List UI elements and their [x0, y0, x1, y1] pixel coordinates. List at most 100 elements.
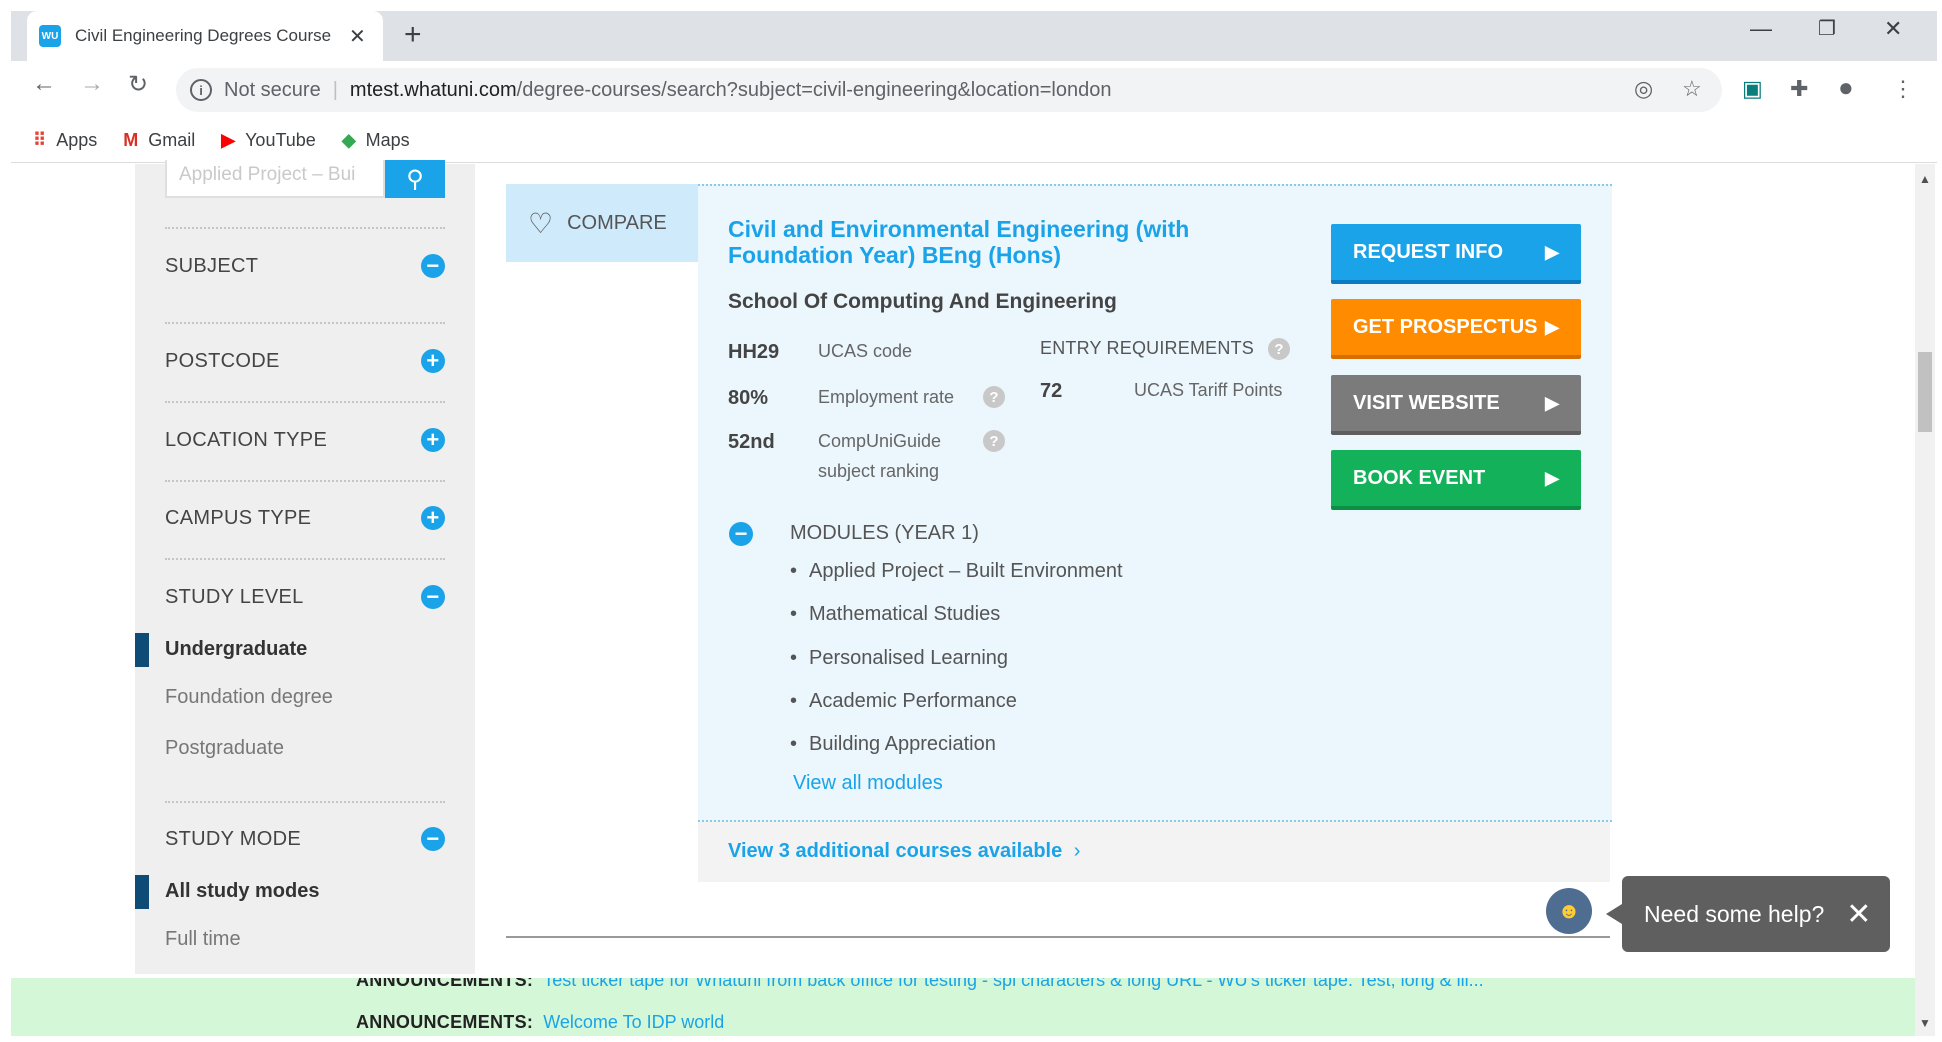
maps-icon: ◆ [341, 130, 356, 150]
reload-icon[interactable]: ↻ [128, 70, 148, 99]
expand-icon[interactable]: + [421, 506, 445, 530]
chevron-right-icon: › [1073, 840, 1081, 862]
compare-button[interactable]: ♡ COMPARE [506, 184, 698, 262]
view-all-modules-link[interactable]: View all modules [793, 772, 943, 795]
address-bar[interactable]: i Not secure | mtest.whatuni.com /degree… [176, 68, 1722, 112]
tariff-points-label: UCAS Tariff Points [1134, 380, 1283, 400]
results-divider [506, 936, 1610, 938]
scroll-down-icon[interactable]: ▼ [1919, 1016, 1931, 1030]
close-window-icon[interactable]: ✕ [1884, 16, 1902, 42]
scrollbar-thumb[interactable] [1918, 352, 1932, 432]
tariff-points-value: 72 [1040, 380, 1063, 402]
help-label: Need some help? [1644, 900, 1825, 927]
ranking-label: CompUniGuide subject ranking [818, 431, 942, 481]
url-host: mtest.whatuni.com [349, 78, 517, 101]
whatuni-favicon-icon: WU [39, 25, 61, 47]
help-bubble[interactable]: Need some help? ✕ [1622, 876, 1890, 952]
heart-icon: ♡ [528, 207, 554, 239]
filter-study-mode[interactable]: STUDY MODE − [165, 827, 445, 851]
bookmark-youtube[interactable]: ▶ YouTube [221, 130, 316, 151]
close-tab-icon[interactable]: ✕ [349, 24, 366, 49]
course-title-link[interactable]: Civil and Environmental Engineering (wit… [728, 216, 1318, 268]
selected-indicator [135, 633, 149, 667]
module-item: Applied Project – Built Environment [790, 556, 1123, 599]
caret-right-icon: ▶ [1545, 467, 1559, 488]
school-name: School Of Computing And Engineering [728, 290, 1117, 313]
forward-icon[interactable]: → [80, 70, 104, 98]
filter-subject[interactable]: SUBJECT − [165, 254, 445, 278]
filter-location-type[interactable]: LOCATION TYPE + [165, 428, 445, 452]
module-item: Building Appreciation [790, 729, 1123, 772]
search-icon: ⚲ [406, 165, 424, 193]
visit-website-button[interactable]: VISIT WEBSITE ▶ [1331, 375, 1581, 435]
selected-indicator [135, 875, 149, 909]
employment-rate-value: 80% [728, 387, 769, 409]
help-question-icon[interactable]: ? [983, 430, 1005, 452]
module-search-input[interactable]: Applied Project – Bui [165, 160, 385, 198]
bookmarks-bar: ⠿ Apps M Gmail ▶ YouTube ◆ Maps [11, 119, 1937, 163]
help-bubble-tail [1606, 904, 1622, 924]
collapse-icon[interactable]: − [421, 254, 445, 278]
request-info-button[interactable]: REQUEST INFO ▶ [1331, 224, 1581, 284]
modules-collapse-icon[interactable]: − [729, 521, 753, 546]
modules-list: Applied Project – Built Environment Math… [790, 556, 1123, 772]
modules-heading: MODULES (YEAR 1) [790, 522, 979, 544]
get-prospectus-button[interactable]: GET PROSPECTUS ▶ [1331, 299, 1581, 359]
page-scrollbar[interactable] [1915, 164, 1935, 1036]
extensions-puzzle-icon[interactable]: ✚ [1790, 76, 1808, 102]
menu-icon[interactable]: ⋮ [1892, 76, 1914, 102]
module-item: Academic Performance [790, 686, 1123, 729]
filter-divider [165, 558, 445, 560]
collapse-icon[interactable]: − [421, 585, 445, 609]
tracking-blocked-icon[interactable]: ◎ [1634, 76, 1653, 102]
browser-tab[interactable]: WU Civil Engineering Degrees Course ✕ [27, 11, 383, 61]
filter-divider [165, 401, 445, 403]
extension-icon[interactable]: ▣ [1742, 76, 1763, 102]
chatbot-avatar-icon[interactable]: ☻ [1546, 888, 1592, 934]
url-path: /degree-courses/search?subject=civil-eng… [516, 78, 1112, 101]
filter-divider [165, 322, 445, 324]
announcement-line[interactable]: ANNOUNCEMENTS: Test ticker tape for Whatu… [356, 978, 1484, 991]
announcement-ticker: ANNOUNCEMENTS: Test ticker tape for Whatu… [11, 978, 1915, 1036]
study-level-undergraduate[interactable]: Undergraduate [165, 638, 307, 661]
expand-icon[interactable]: + [421, 428, 445, 452]
back-icon[interactable]: ← [32, 70, 56, 98]
filter-campus-type[interactable]: CAMPUS TYPE + [165, 506, 445, 530]
announcement-line[interactable]: ANNOUNCEMENTS: Welcome To IDP world [356, 1012, 724, 1033]
entry-requirements-heading: ENTRY REQUIREMENTS [1040, 338, 1254, 358]
caret-right-icon: ▶ [1545, 316, 1559, 337]
study-level-postgraduate[interactable]: Postgraduate [165, 737, 284, 760]
caret-right-icon: ▶ [1545, 392, 1559, 413]
additional-courses-link[interactable]: View 3 additional courses available › [728, 840, 1080, 863]
apps-grid-icon: ⠿ [33, 130, 47, 150]
new-tab-icon[interactable]: + [404, 18, 422, 52]
filter-sidebar [135, 164, 475, 974]
collapse-icon[interactable]: − [421, 827, 445, 851]
study-mode-all[interactable]: All study modes [165, 880, 319, 903]
help-question-icon[interactable]: ? [1268, 338, 1290, 360]
bookmark-star-icon[interactable]: ☆ [1682, 76, 1702, 102]
book-event-button[interactable]: BOOK EVENT ▶ [1331, 450, 1581, 510]
filter-divider [165, 801, 445, 803]
study-mode-full-time[interactable]: Full time [165, 928, 241, 951]
omnibox-divider: | [332, 78, 338, 101]
bookmark-apps[interactable]: ⠿ Apps [33, 130, 97, 151]
module-item: Personalised Learning [790, 643, 1123, 686]
scroll-up-icon[interactable]: ▲ [1919, 172, 1931, 186]
profile-icon[interactable]: ● [1838, 72, 1854, 103]
filter-postcode[interactable]: POSTCODE + [165, 349, 445, 373]
caret-right-icon: ▶ [1545, 241, 1559, 262]
ranking-value: 52nd [728, 431, 775, 453]
restore-icon[interactable]: ❐ [1818, 16, 1836, 41]
info-icon[interactable]: i [190, 79, 212, 101]
bookmark-maps[interactable]: ◆ Maps [342, 130, 410, 151]
filter-study-level[interactable]: STUDY LEVEL − [165, 585, 445, 609]
minimize-icon[interactable]: — [1750, 16, 1772, 42]
study-level-foundation[interactable]: Foundation degree [165, 686, 333, 709]
expand-icon[interactable]: + [421, 349, 445, 373]
bookmark-gmail[interactable]: M Gmail [123, 130, 195, 151]
search-button[interactable]: ⚲ [385, 160, 445, 198]
close-icon[interactable]: ✕ [1846, 897, 1871, 932]
tab-title: Civil Engineering Degrees Course [75, 26, 332, 45]
help-question-icon[interactable]: ? [983, 386, 1005, 408]
